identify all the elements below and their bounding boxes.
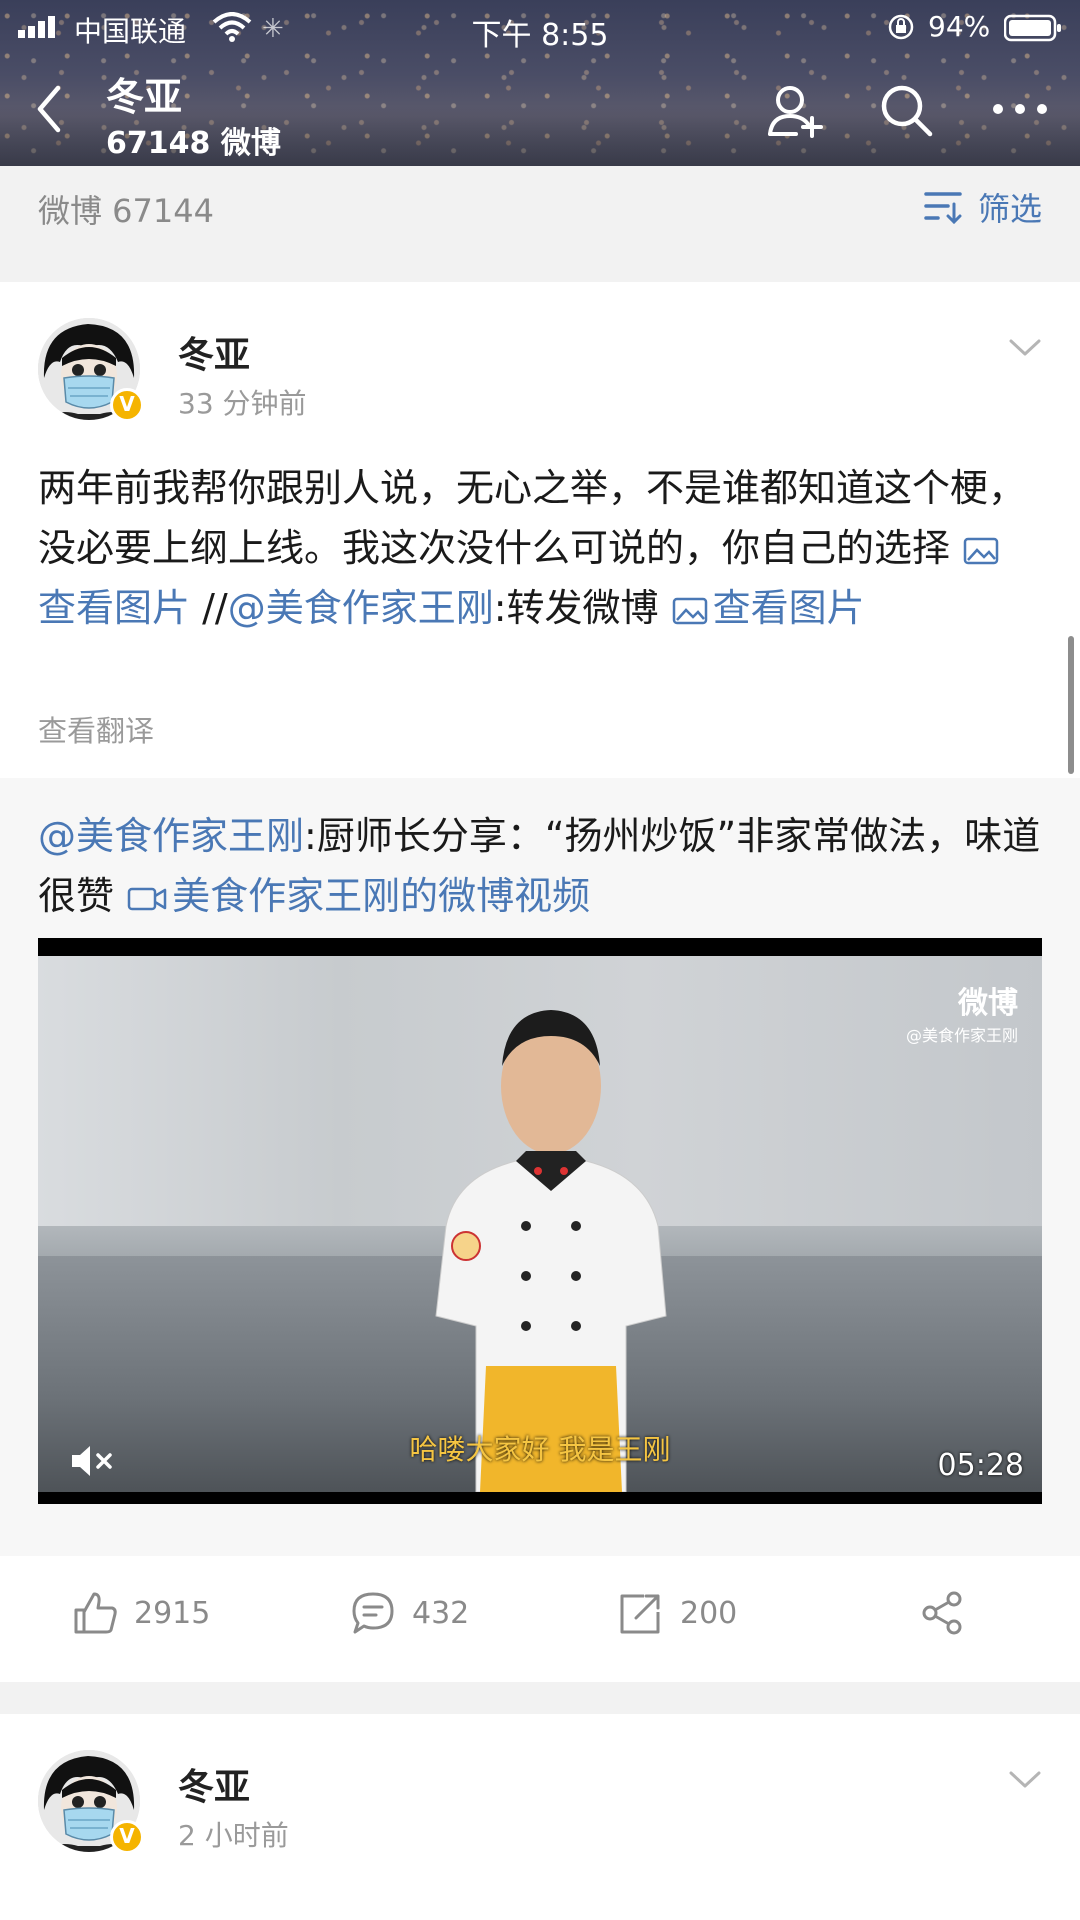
translate-link[interactable]: 查看翻译 [38, 708, 154, 750]
reposted-content[interactable]: @美食作家王刚:厨师长分享：“扬州炒饭”非家常做法，味道很赞 美食作家王刚的微博… [0, 778, 1080, 1556]
battery-icon [1004, 14, 1061, 42]
search-icon[interactable] [878, 82, 934, 138]
video-player[interactable]: 微博 @美食作家王刚 哈喽大家好 我是王刚 05:28 [38, 938, 1042, 1504]
chevron-down-icon[interactable] [1008, 338, 1042, 358]
post-card[interactable]: V 冬亚 33 分钟前 两年前我帮你跟别人说，无心之举，不是谁都知道这个梗，没必… [0, 282, 1080, 1682]
repost-button[interactable]: 200 [618, 1590, 737, 1636]
repost-icon [620, 1594, 660, 1634]
filter-label: 筛选 [977, 190, 1042, 228]
filter-button[interactable]: 筛选 [924, 184, 1042, 230]
post-author[interactable]: 冬亚 [178, 1758, 250, 1810]
profile-title: 冬亚 [106, 75, 183, 119]
avatar[interactable]: V [38, 318, 144, 422]
post-actions: 2915 432 200 [0, 1556, 1080, 1682]
repost-body: @美食作家王刚:厨师长分享：“扬州炒饭”非家常做法，味道很赞 美食作家王刚的微博… [38, 806, 1048, 926]
video-duration: 05:28 [937, 1448, 1024, 1483]
video-subtitle: 哈喽大家好 我是王刚 [409, 1433, 671, 1466]
image-icon [672, 597, 707, 625]
post-time: 33 分钟前 [178, 387, 307, 420]
back-arrow-icon[interactable] [34, 84, 64, 134]
repost-separator: // [190, 586, 228, 630]
like-count: 2915 [134, 1595, 211, 1631]
watermark-brand: 微博 [958, 986, 1018, 1021]
post-card[interactable]: V 冬亚 2 小时前 [0, 1714, 1080, 1920]
profile-header: 中国联通 ✳ 下午 8:55 94% 冬亚 67148 微博 [0, 0, 1080, 166]
video-frame [38, 956, 1042, 1492]
comment-icon [352, 1592, 394, 1634]
rotation-lock-icon [888, 14, 914, 40]
video-watermark: 微博 @美食作家王刚 [906, 978, 1018, 1046]
post-body: 两年前我帮你跟别人说，无心之举，不是谁都知道这个梗，没必要上纲上线。我这次没什么… [38, 458, 1038, 638]
filter-bar: 微博 67144 筛选 [0, 166, 1080, 246]
video-person [435, 1010, 667, 1492]
post-body-text: 两年前我帮你跟别人说，无心之举，不是谁都知道这个梗，没必要上纲上线。我这次没什么… [38, 466, 1027, 570]
repost-comment: :转发微博 [493, 586, 671, 630]
repost-mention-link[interactable]: @美食作家王刚 [38, 814, 304, 858]
battery-percent: 94% [928, 10, 991, 43]
share-icon [922, 1591, 962, 1635]
chevron-down-icon[interactable] [1008, 1770, 1042, 1790]
weibo-total-label: 微博 67144 [38, 192, 214, 230]
repost-count: 200 [680, 1595, 738, 1631]
post-author[interactable]: 冬亚 [178, 326, 250, 378]
video-link[interactable]: 美食作家王刚的微博视频 [126, 874, 590, 918]
post-time: 2 小时前 [178, 1819, 289, 1852]
verified-badge: V [110, 1820, 144, 1854]
image-icon [963, 537, 999, 565]
more-options-icon[interactable] [990, 94, 1050, 124]
mention-link[interactable]: @美食作家王刚 [228, 586, 494, 630]
watermark-handle: @美食作家王刚 [905, 1026, 1018, 1045]
mute-icon[interactable] [68, 1442, 114, 1480]
filter-icon [924, 192, 962, 224]
share-button[interactable] [920, 1590, 966, 1636]
status-bar: 中国联通 ✳ 下午 8:55 94% [0, 0, 1080, 54]
verified-badge: V [110, 388, 144, 422]
comment-button[interactable]: 432 [350, 1590, 469, 1636]
comment-count: 432 [412, 1595, 470, 1631]
like-button[interactable]: 2915 [72, 1590, 210, 1636]
add-user-icon[interactable] [766, 82, 826, 138]
scrollbar[interactable] [1068, 636, 1074, 774]
video-icon [127, 887, 167, 911]
nav-bar: 冬亚 67148 微博 [0, 54, 1080, 166]
clock: 下午 8:55 [471, 18, 609, 53]
avatar[interactable]: V [38, 1750, 144, 1854]
weibo-count: 67148 微博 [106, 126, 281, 161]
thumbs-up-icon [74, 1592, 117, 1634]
view-image-link-2[interactable]: 查看图片 [671, 586, 865, 630]
